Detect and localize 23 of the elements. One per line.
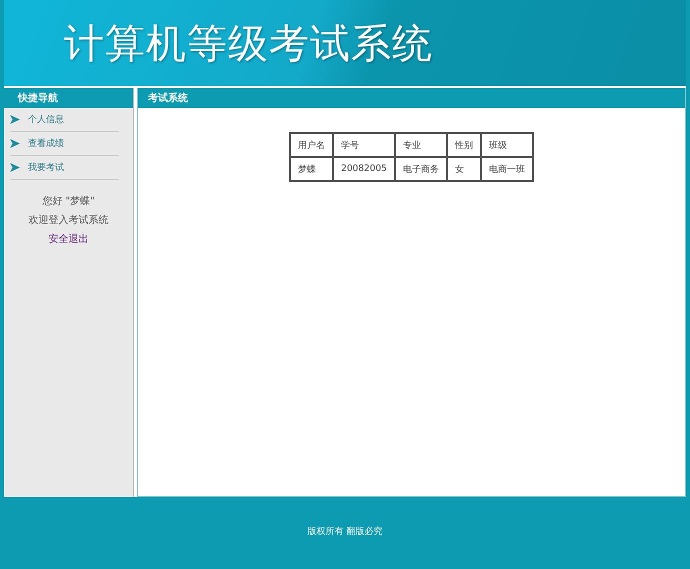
content-title: 考试系统 [148, 92, 188, 105]
logout-link[interactable]: 安全退出 [48, 232, 88, 246]
table-header-cell: 学号 [333, 133, 395, 157]
arrow-icon [10, 163, 20, 172]
table-header-cell: 班级 [480, 133, 533, 157]
table-header-cell: 用户名 [290, 133, 334, 157]
table-cell: 20082005 [333, 157, 395, 181]
table-cell: 女 [446, 157, 481, 181]
table-cell: 梦蝶 [290, 157, 334, 181]
table-cell: 电商一班 [480, 157, 533, 181]
table-cell: 电子商务 [394, 157, 447, 181]
arrow-icon [10, 115, 20, 124]
table-header-cell: 专业 [394, 133, 447, 157]
arrow-icon [10, 139, 20, 148]
greeting-text: 您好 "梦蝶" [42, 194, 95, 208]
nav-link[interactable]: 查看成绩 [10, 132, 119, 156]
nav-link[interactable]: 我要考试 [10, 156, 119, 180]
sidebar-title: 快捷导航 [18, 91, 58, 105]
nav-link[interactable]: 个人信息 [10, 108, 119, 132]
copyright-text: 版权所有 翻版必究 [308, 526, 382, 538]
table-header-cell: 性别 [446, 133, 481, 157]
welcome-text: 欢迎登入考试系统 [28, 214, 108, 227]
site-title: 计算机等级考试系统 [64, 20, 433, 68]
